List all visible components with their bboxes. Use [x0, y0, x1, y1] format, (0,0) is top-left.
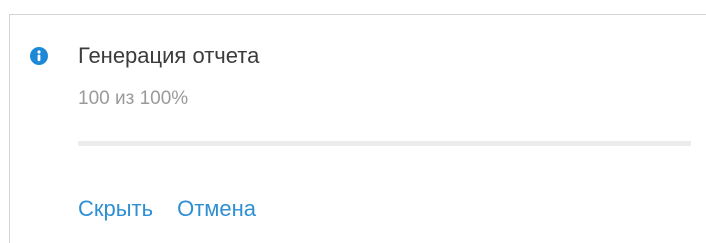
report-generation-notification: Генерация отчета 100 из 100% Скрыть Отме… [9, 14, 706, 243]
hide-button[interactable]: Скрыть [78, 195, 153, 223]
info-icon [30, 47, 48, 65]
progress-text: 100 из 100% [78, 88, 189, 109]
notification-actions: Скрыть Отмена [78, 195, 256, 223]
progress-bar [78, 141, 691, 146]
cancel-button[interactable]: Отмена [177, 195, 256, 223]
notification-title: Генерация отчета [78, 43, 260, 68]
progress-bar-fill [78, 141, 691, 146]
